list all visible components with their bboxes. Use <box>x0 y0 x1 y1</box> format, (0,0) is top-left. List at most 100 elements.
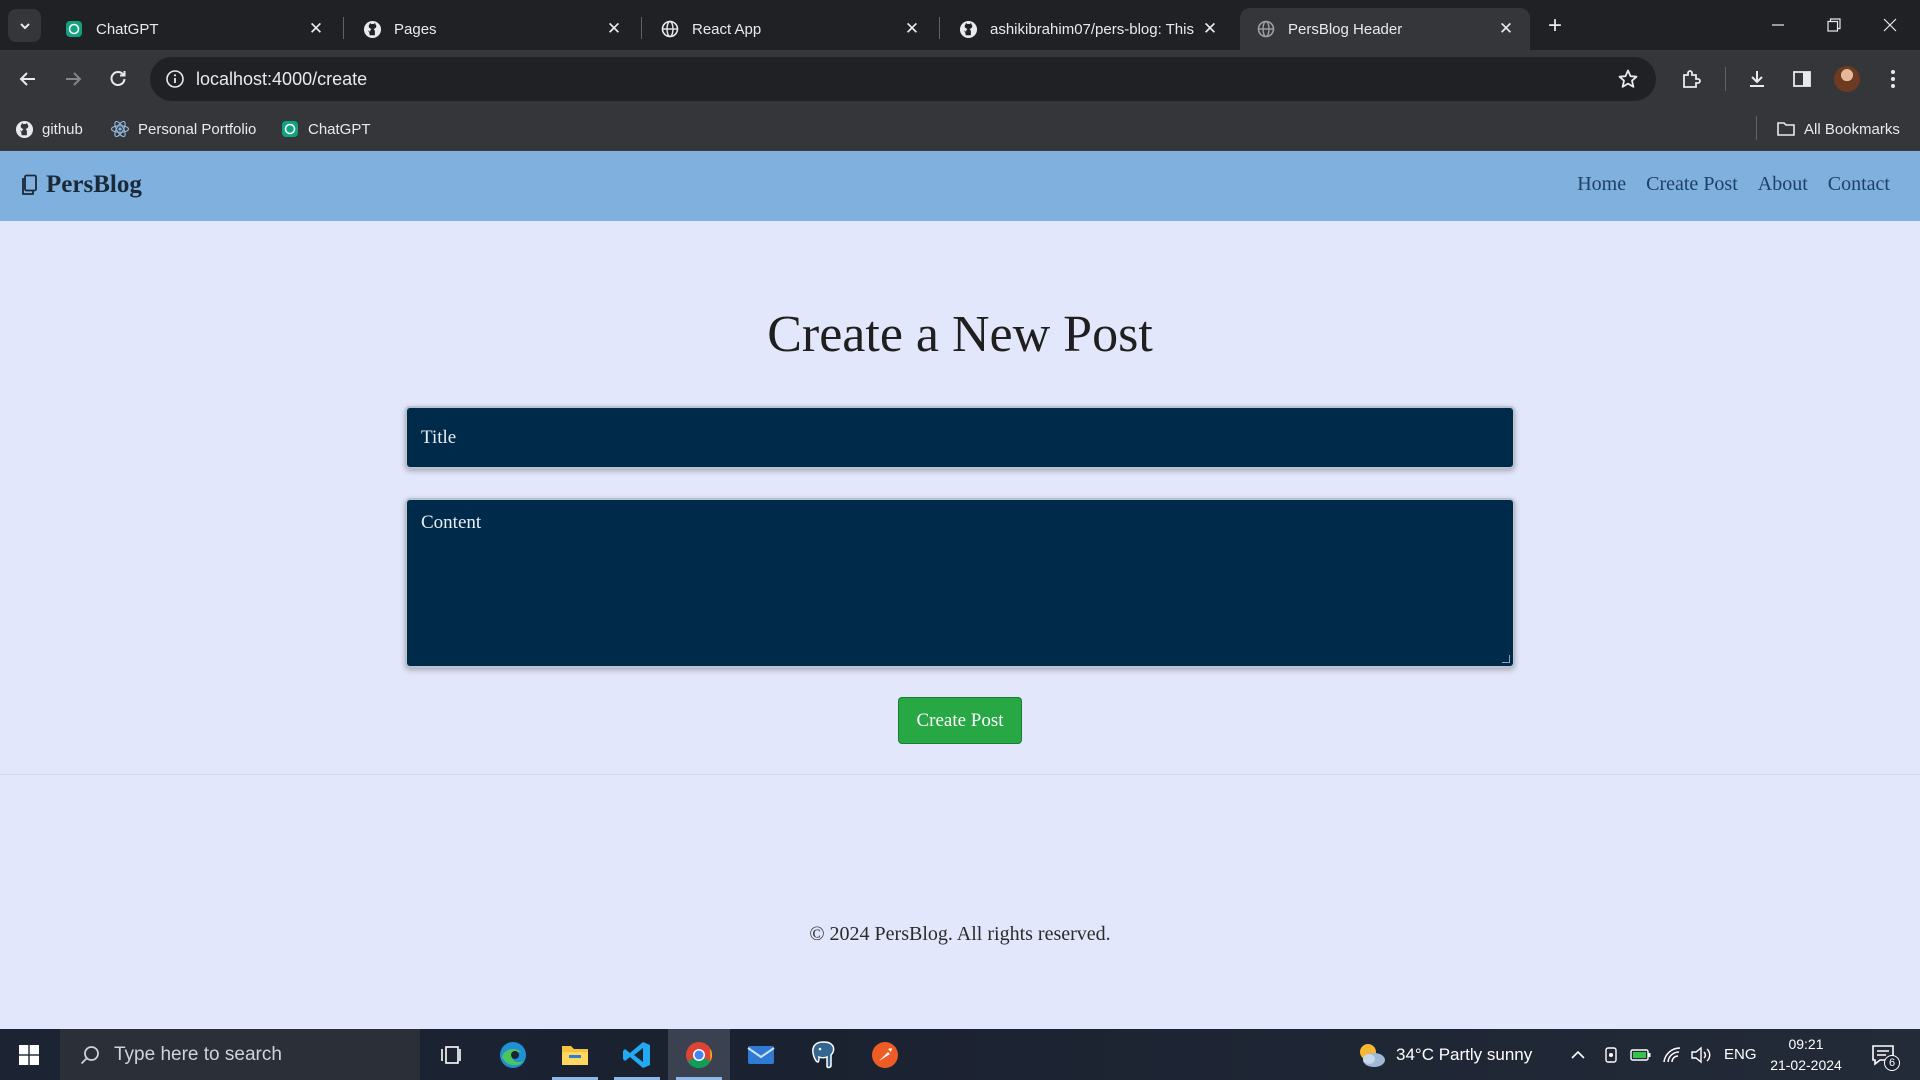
chevron-up-icon <box>1571 1050 1585 1059</box>
minimize-button[interactable] <box>1750 0 1806 50</box>
download-icon[interactable] <box>1742 64 1772 94</box>
tab-label: PersBlog Header <box>1288 20 1403 38</box>
tab-label: Pages <box>394 20 437 38</box>
post-title-input[interactable]: Title <box>405 406 1515 469</box>
taskbar-chrome[interactable] <box>668 1029 730 1080</box>
extensions-icon[interactable] <box>1676 64 1706 94</box>
page-viewport: PersBlog Home Create Post About Contact … <box>0 151 1920 1029</box>
tab-search-button[interactable] <box>8 9 41 42</box>
site-brand[interactable]: PersBlog <box>20 171 142 199</box>
globe-icon <box>1256 19 1276 39</box>
folder-icon <box>1776 119 1796 139</box>
clock-time: 09:21 <box>1788 1036 1824 1052</box>
tab-persblog-header[interactable]: PersBlog Header ✕ <box>1240 8 1530 50</box>
bookmark-label: github <box>42 120 83 138</box>
close-icon <box>1883 18 1897 32</box>
weather-widget[interactable]: 34°C Partly sunny <box>1356 1029 1532 1080</box>
arrow-left-icon <box>19 72 35 86</box>
bookmark-github[interactable]: github <box>14 108 83 150</box>
close-window-button[interactable] <box>1862 0 1918 50</box>
search-icon <box>76 1044 104 1066</box>
close-icon[interactable]: ✕ <box>604 19 624 39</box>
tab-github-repo[interactable]: ashikibrahim07/pers-blog: This ✕ <box>942 8 1234 50</box>
device-icon <box>1605 1046 1617 1063</box>
nav-about-link[interactable]: About <box>1758 173 1808 196</box>
tab-label: React App <box>692 20 762 38</box>
minimize-icon <box>1772 24 1784 26</box>
tab-react-app[interactable]: React App ✕ <box>644 8 936 50</box>
bookmark-chatgpt[interactable]: ChatGPT <box>280 108 371 150</box>
url-text[interactable]: localhost:4000/create <box>196 69 367 90</box>
weather-text: 34°C Partly sunny <box>1396 1044 1533 1064</box>
bookmark-star-icon[interactable] <box>1614 65 1642 93</box>
tray-meet-now[interactable] <box>1602 1029 1620 1080</box>
tray-network[interactable] <box>1662 1029 1682 1080</box>
profile-avatar[interactable] <box>1834 66 1860 92</box>
taskbar-file-explorer[interactable] <box>544 1029 606 1080</box>
nav-create-post-link[interactable]: Create Post <box>1646 173 1738 196</box>
taskbar-clock[interactable]: 09:21 21-02-2024 <box>1764 1034 1848 1076</box>
site-nav: Home Create Post About Contact <box>1577 173 1890 196</box>
reload-button[interactable] <box>100 61 136 97</box>
taskbar-vscode[interactable] <box>606 1029 668 1080</box>
tab-label: ashikibrahim07/pers-blog: This <box>990 20 1194 38</box>
folder-icon <box>562 1045 588 1065</box>
chrome-icon <box>686 1041 713 1068</box>
site-footer: © 2024 PersBlog. All rights reserved. <box>809 923 1111 945</box>
bookmark-label: Personal Portfolio <box>138 120 257 138</box>
back-button[interactable] <box>10 61 46 97</box>
tray-volume[interactable] <box>1690 1029 1712 1080</box>
tray-battery[interactable] <box>1630 1029 1652 1080</box>
bookmarks-bar: github Personal Portfolio ChatGPT All Bo… <box>0 108 1920 151</box>
tab-divider <box>641 17 642 39</box>
task-view-button[interactable] <box>420 1029 482 1080</box>
close-icon[interactable]: ✕ <box>306 19 326 39</box>
taskbar-mail[interactable] <box>730 1029 792 1080</box>
title-placeholder: Title <box>421 426 457 448</box>
site-info-icon[interactable] <box>160 64 190 94</box>
nav-contact-link[interactable]: Contact <box>1828 173 1890 196</box>
taskbar-search[interactable]: Type here to search <box>60 1029 420 1080</box>
post-content-textarea[interactable]: Content <box>405 498 1515 668</box>
resize-handle-icon[interactable] <box>1502 655 1510 663</box>
edge-icon <box>500 1041 526 1068</box>
new-tab-button[interactable]: + <box>1540 12 1570 40</box>
tab-label: ChatGPT <box>96 20 159 38</box>
taskbar-edge[interactable] <box>482 1029 544 1080</box>
bookmarks-divider <box>1756 116 1757 140</box>
restore-button[interactable] <box>1806 0 1862 50</box>
show-hidden-icons[interactable] <box>1570 1029 1586 1080</box>
forward-button[interactable] <box>55 61 91 97</box>
side-panel-icon[interactable] <box>1787 64 1817 94</box>
globe-icon <box>660 19 680 39</box>
tab-pages[interactable]: Pages ✕ <box>346 8 638 50</box>
taskbar-postman[interactable] <box>854 1029 916 1080</box>
bookmark-label: ChatGPT <box>308 120 371 138</box>
github-icon <box>14 119 34 139</box>
tab-chatgpt[interactable]: ChatGPT ✕ <box>48 8 340 50</box>
start-button[interactable] <box>0 1029 58 1080</box>
tray-language[interactable]: ENG <box>1724 1029 1757 1080</box>
notification-count-badge: 6 <box>1884 1055 1900 1071</box>
restore-icon <box>1827 18 1841 32</box>
chevron-down-icon <box>19 22 30 29</box>
close-icon[interactable]: ✕ <box>1496 19 1516 39</box>
partly-sunny-icon <box>1360 1043 1385 1067</box>
copy-document-icon <box>20 174 38 196</box>
close-icon[interactable]: ✕ <box>902 19 922 39</box>
bookmark-personal-portfolio[interactable]: Personal Portfolio <box>110 108 256 150</box>
postman-icon <box>872 1041 898 1068</box>
notification-center-button[interactable]: 6 <box>1866 1039 1900 1071</box>
all-bookmarks-button[interactable]: All Bookmarks <box>1776 108 1900 150</box>
footer-divider <box>0 774 1920 775</box>
react-icon <box>110 119 130 139</box>
create-post-button[interactable]: Create Post <box>898 697 1022 744</box>
postgresql-icon <box>812 1040 835 1068</box>
nav-home-link[interactable]: Home <box>1577 173 1626 196</box>
browser-tab-strip: ChatGPT ✕ Pages ✕ React App ✕ ashikibrah… <box>0 0 1920 50</box>
taskbar-postgres[interactable] <box>792 1029 854 1080</box>
bookmark-label: All Bookmarks <box>1804 120 1900 138</box>
address-bar[interactable]: localhost:4000/create <box>150 57 1656 101</box>
more-options-icon[interactable] <box>1878 64 1908 94</box>
close-icon[interactable]: ✕ <box>1200 19 1220 39</box>
